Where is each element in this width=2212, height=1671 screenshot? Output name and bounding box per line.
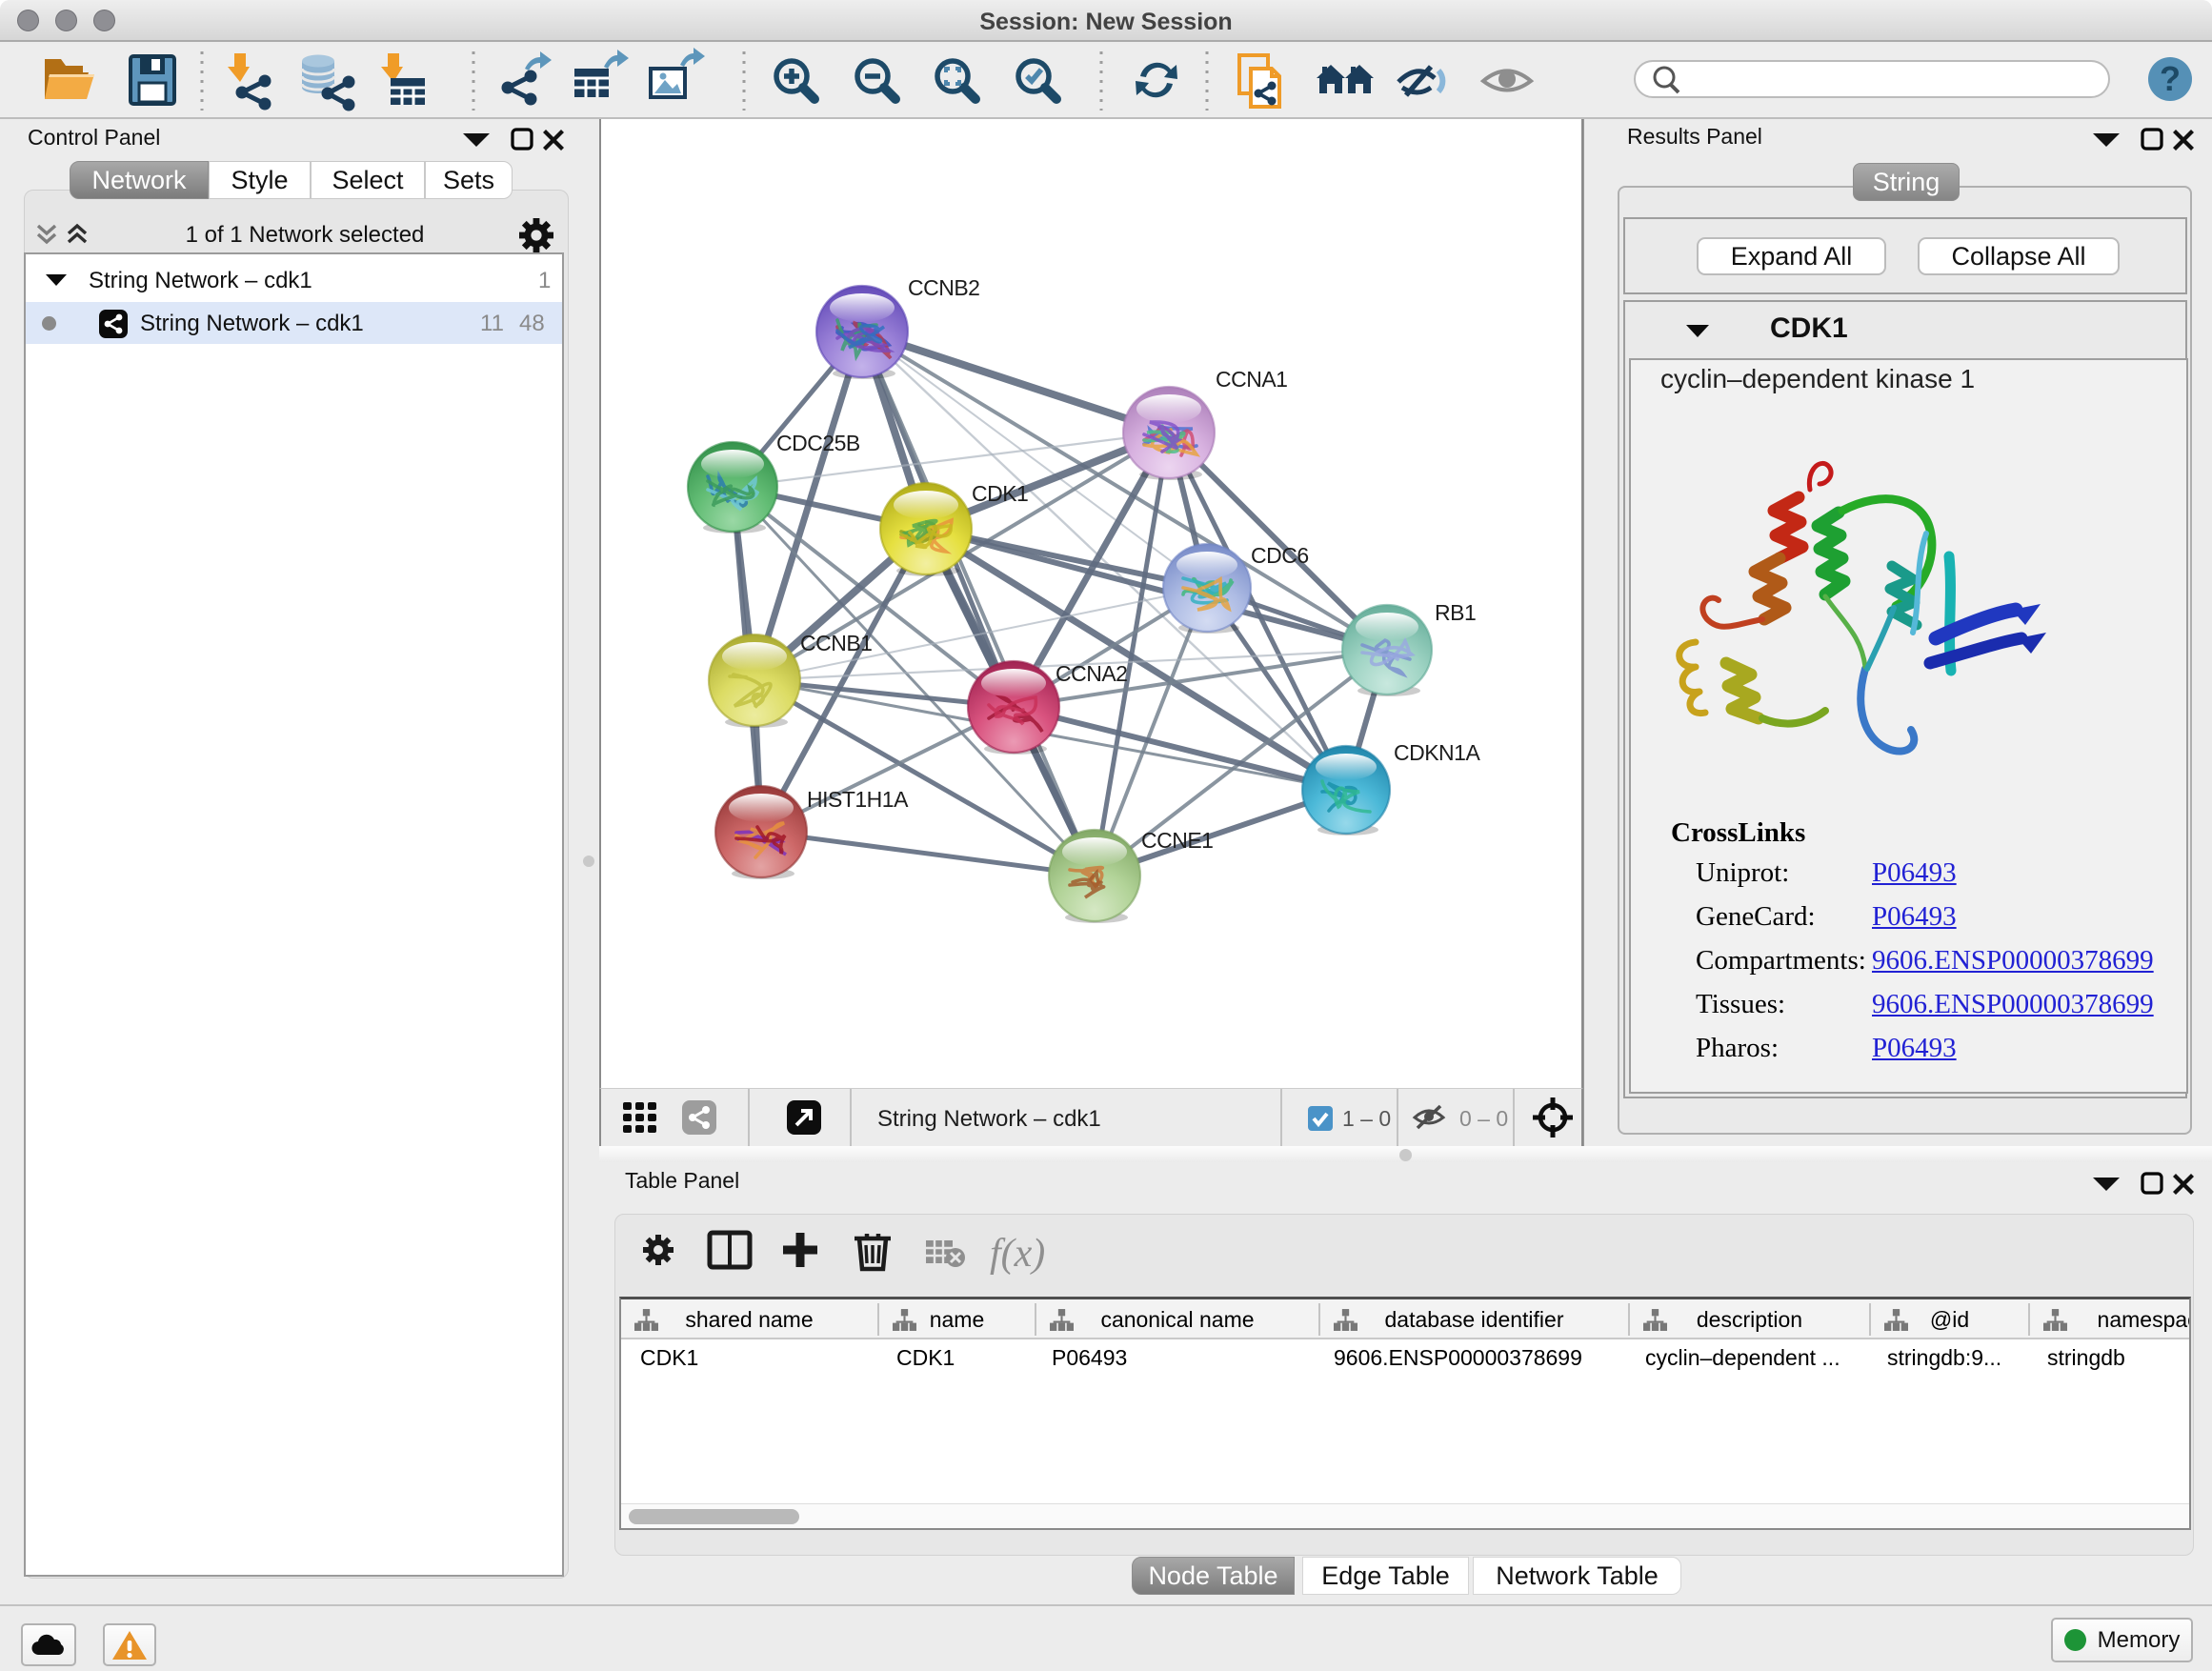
svg-text:String Network – cdk1: String Network – cdk1	[877, 1106, 1101, 1132]
svg-text:CDKN1A: CDKN1A	[1394, 740, 1480, 765]
svg-text:CDK1: CDK1	[972, 481, 1028, 506]
svg-text:CCNE1: CCNE1	[1141, 828, 1213, 853]
svg-text:CCNA2: CCNA2	[1056, 661, 1127, 686]
svg-text:RB1: RB1	[1435, 600, 1476, 625]
svg-text:CCNB1: CCNB1	[800, 631, 872, 655]
svg-text:CCNB2: CCNB2	[908, 275, 979, 300]
svg-text:CCNA1: CCNA1	[1216, 367, 1287, 392]
svg-text:CDC6: CDC6	[1251, 543, 1309, 568]
svg-text:HIST1H1A: HIST1H1A	[807, 787, 909, 812]
svg-text:CDC25B: CDC25B	[776, 431, 860, 455]
svg-text:1 – 0: 1 – 0	[1342, 1106, 1391, 1131]
svg-text:0 – 0: 0 – 0	[1459, 1106, 1508, 1131]
